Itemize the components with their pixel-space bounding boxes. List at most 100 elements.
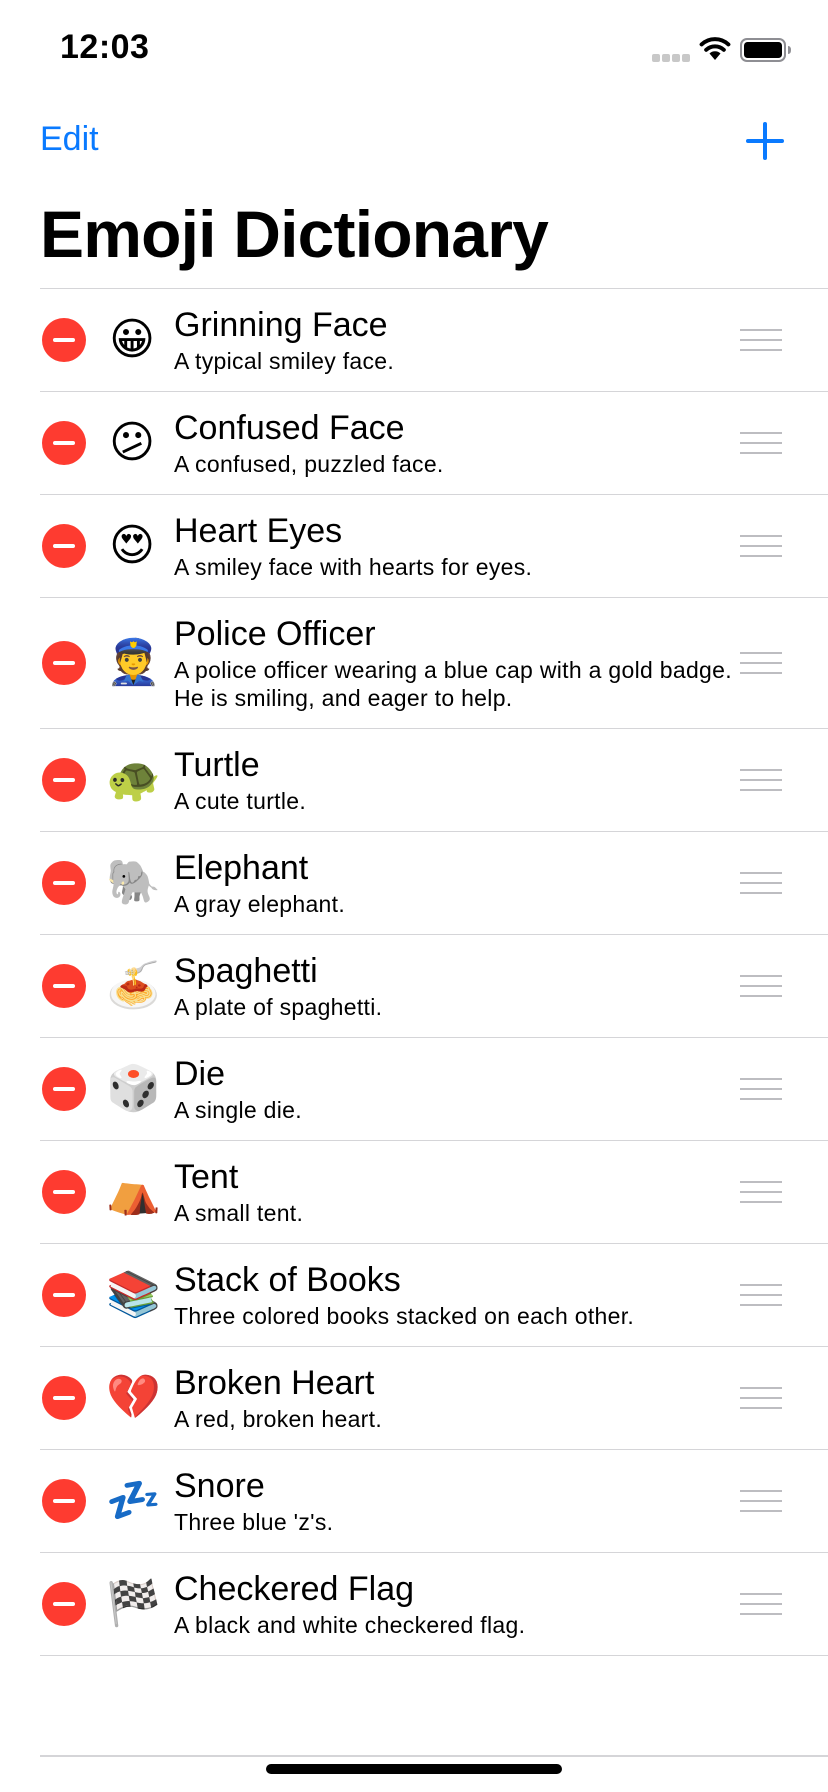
reorder-handle-icon[interactable] — [740, 872, 782, 894]
reorder-handle-icon[interactable] — [740, 432, 782, 454]
list-item[interactable]: 😀 Grinning Face A typical smiley face. — [40, 289, 828, 392]
list-item[interactable]: 🐘 Elephant A gray elephant. — [40, 832, 828, 935]
reorder-handle-icon[interactable] — [740, 1284, 782, 1306]
cellular-signal-icon — [652, 54, 690, 62]
item-name: Spaghetti — [174, 952, 318, 990]
item-text: Elephant A gray elephant. — [174, 848, 744, 918]
reorder-handle-icon[interactable] — [740, 535, 782, 557]
list-item[interactable]: 🏁 Checkered Flag A black and white check… — [40, 1553, 828, 1656]
item-name: Snore — [174, 1467, 265, 1505]
emoji-icon: 🎲 — [106, 1064, 161, 1113]
list-item[interactable]: 👮 Police Officer A police officer wearin… — [40, 598, 828, 729]
item-name: Confused Face — [174, 409, 405, 447]
list-item[interactable]: ⛺️ Tent A small tent. — [40, 1141, 828, 1244]
item-name: Grinning Face — [174, 306, 388, 344]
emoji-icon: 🐢 — [106, 755, 161, 804]
item-name: Die — [174, 1055, 226, 1093]
emoji-icon: 📚 — [106, 1270, 161, 1319]
item-text: Turtle A cute turtle. — [174, 745, 744, 815]
reorder-handle-icon[interactable] — [740, 1593, 782, 1615]
item-text: Spaghetti A plate of spaghetti. — [174, 951, 744, 1021]
item-text: Heart Eyes A smiley face with hearts for… — [174, 511, 744, 581]
reorder-handle-icon[interactable] — [740, 975, 782, 997]
emoji-icon: ⛺️ — [106, 1167, 161, 1216]
item-description: A small tent. — [174, 1200, 304, 1226]
item-description: A gray elephant. — [174, 891, 346, 917]
item-name: Heart Eyes — [174, 512, 343, 550]
item-text: Stack of Books Three colored books stack… — [174, 1260, 744, 1330]
status-bar: 12:03 — [0, 0, 828, 100]
delete-control-icon[interactable] — [42, 1582, 86, 1626]
emoji-icon: 🏁 — [106, 1579, 161, 1628]
reorder-handle-icon[interactable] — [740, 1078, 782, 1100]
reorder-handle-icon[interactable] — [740, 1181, 782, 1203]
delete-control-icon[interactable] — [42, 1376, 86, 1420]
delete-control-icon[interactable] — [42, 861, 86, 905]
emoji-icon: 😍 — [109, 521, 155, 570]
delete-control-icon[interactable] — [42, 524, 86, 568]
item-description: A black and white checkered flag. — [174, 1612, 526, 1638]
item-description: A single die. — [174, 1097, 302, 1123]
delete-control-icon[interactable] — [42, 1479, 86, 1523]
delete-control-icon[interactable] — [42, 1067, 86, 1111]
item-text: Checkered Flag A black and white checker… — [174, 1569, 744, 1639]
list-item[interactable]: 🐢 Turtle A cute turtle. — [40, 729, 828, 832]
bottom-separator — [40, 1755, 828, 1757]
item-description: Three colored books stacked on each othe… — [174, 1303, 635, 1329]
item-name: Tent — [174, 1158, 239, 1196]
item-name: Stack of Books — [174, 1261, 401, 1299]
emoji-icon: 🐘 — [106, 858, 161, 907]
emoji-icon: 👮 — [106, 638, 161, 687]
item-name: Checkered Flag — [174, 1570, 415, 1608]
list-item[interactable]: 🍝 Spaghetti A plate of spaghetti. — [40, 935, 828, 1038]
list-item[interactable]: 😕 Confused Face A confused, puzzled face… — [40, 392, 828, 495]
item-description: A red, broken heart. — [174, 1406, 383, 1432]
status-time: 12:03 — [60, 28, 150, 66]
reorder-handle-icon[interactable] — [740, 1387, 782, 1409]
list-item[interactable]: 💤 Snore Three blue 'z's. — [40, 1450, 828, 1553]
list-item[interactable]: 😍 Heart Eyes A smiley face with hearts f… — [40, 495, 828, 598]
item-description: A cute turtle. — [174, 788, 307, 814]
delete-control-icon[interactable] — [42, 1273, 86, 1317]
emoji-icon: 🍝 — [106, 961, 161, 1010]
item-text: Police Officer A police officer wearing … — [174, 614, 744, 712]
home-indicator[interactable] — [266, 1764, 562, 1774]
item-description: Three blue 'z's. — [174, 1509, 334, 1535]
list-item[interactable]: 📚 Stack of Books Three colored books sta… — [40, 1244, 828, 1347]
item-name: Turtle — [174, 746, 260, 784]
item-description: A confused, puzzled face. — [174, 451, 444, 477]
item-text: Broken Heart A red, broken heart. — [174, 1363, 744, 1433]
item-name: Police Officer — [174, 615, 376, 653]
emoji-icon: 😀 — [109, 315, 155, 364]
reorder-handle-icon[interactable] — [740, 329, 782, 351]
list-item[interactable]: 💔 Broken Heart A red, broken heart. — [40, 1347, 828, 1450]
reorder-handle-icon[interactable] — [740, 1490, 782, 1512]
item-name: Elephant — [174, 849, 309, 887]
item-text: Tent A small tent. — [174, 1157, 744, 1227]
item-name: Broken Heart — [174, 1364, 375, 1402]
edit-button[interactable]: Edit — [40, 120, 99, 159]
wifi-icon — [699, 37, 731, 60]
delete-control-icon[interactable] — [42, 964, 86, 1008]
page-title: Emoji Dictionary — [40, 197, 549, 271]
battery-icon — [740, 38, 791, 62]
item-description: A typical smiley face. — [174, 348, 395, 374]
list-item[interactable]: 🎲 Die A single die. — [40, 1038, 828, 1141]
reorder-handle-icon[interactable] — [740, 652, 782, 674]
item-text: Die A single die. — [174, 1054, 744, 1124]
add-button[interactable] — [746, 122, 784, 160]
delete-control-icon[interactable] — [42, 758, 86, 802]
reorder-handle-icon[interactable] — [740, 769, 782, 791]
item-text: Grinning Face A typical smiley face. — [174, 305, 744, 375]
item-description: A police officer wearing a blue cap with… — [174, 657, 732, 711]
item-description: A plate of spaghetti. — [174, 994, 383, 1020]
item-text: Confused Face A confused, puzzled face. — [174, 408, 744, 478]
emoji-icon: 😕 — [109, 418, 155, 467]
item-description: A smiley face with hearts for eyes. — [174, 554, 533, 580]
emoji-icon: 💔 — [106, 1373, 161, 1422]
delete-control-icon[interactable] — [42, 1170, 86, 1214]
item-text: Snore Three blue 'z's. — [174, 1466, 744, 1536]
delete-control-icon[interactable] — [42, 641, 86, 685]
delete-control-icon[interactable] — [42, 318, 86, 362]
delete-control-icon[interactable] — [42, 421, 86, 465]
